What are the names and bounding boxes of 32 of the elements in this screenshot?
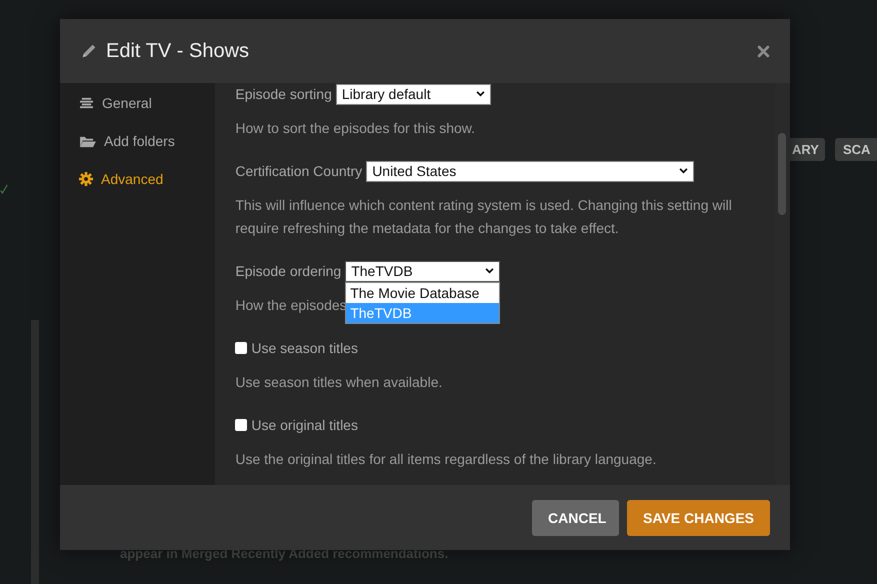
pencil-icon: [80, 42, 98, 60]
chevron-icon: [679, 168, 688, 174]
dropdown-option[interactable]: The Movie Database: [346, 282, 500, 302]
check-icon: [0, 184, 8, 194]
dropdown[interactable]: United States: [366, 160, 694, 182]
gear-icon: [79, 172, 93, 186]
setting-description: Use the original titles for all items regardless of the library language.: [235, 450, 656, 469]
dialog-title: Edit TV - Shows: [106, 40, 250, 62]
dropdown[interactable]: TheTVDB: [345, 260, 500, 282]
sidebar-item[interactable]: Add folders: [60, 133, 216, 149]
setting-label: Episode sorting: [235, 86, 332, 102]
setting-description: How the episodes: [235, 296, 347, 315]
checkbox[interactable]: [235, 342, 248, 354]
folder-icon: [79, 134, 96, 148]
setting-description: How to sort the episodes for this show.: [235, 119, 476, 138]
checkbox-label[interactable]: Use season titles: [251, 340, 358, 356]
setting-description: This will influence which content rating system is used. Changing this setting will require refreshing the metadata for the changes to take effect.: [235, 196, 733, 238]
dropdown[interactable]: Library default: [336, 84, 491, 104]
setting-label: Episode ordering: [235, 263, 342, 279]
lines-icon: [79, 96, 94, 110]
chevron-icon: [476, 91, 485, 97]
close-icon[interactable]: [757, 44, 770, 58]
setting-description: Use season titles when available.: [235, 373, 442, 392]
setting-label: Certification Country: [235, 163, 362, 179]
cancel-button[interactable]: CANCEL: [532, 500, 620, 536]
background-button[interactable]: SCA: [834, 138, 877, 161]
checkbox[interactable]: [235, 419, 248, 431]
sidebar-item[interactable]: General: [60, 95, 216, 111]
scrollbar-thumb[interactable]: [778, 133, 786, 215]
chevron-icon: [485, 268, 494, 274]
sidebar-item[interactable]: Advanced: [60, 171, 216, 187]
checkbox-label[interactable]: Use original titles: [251, 417, 358, 433]
